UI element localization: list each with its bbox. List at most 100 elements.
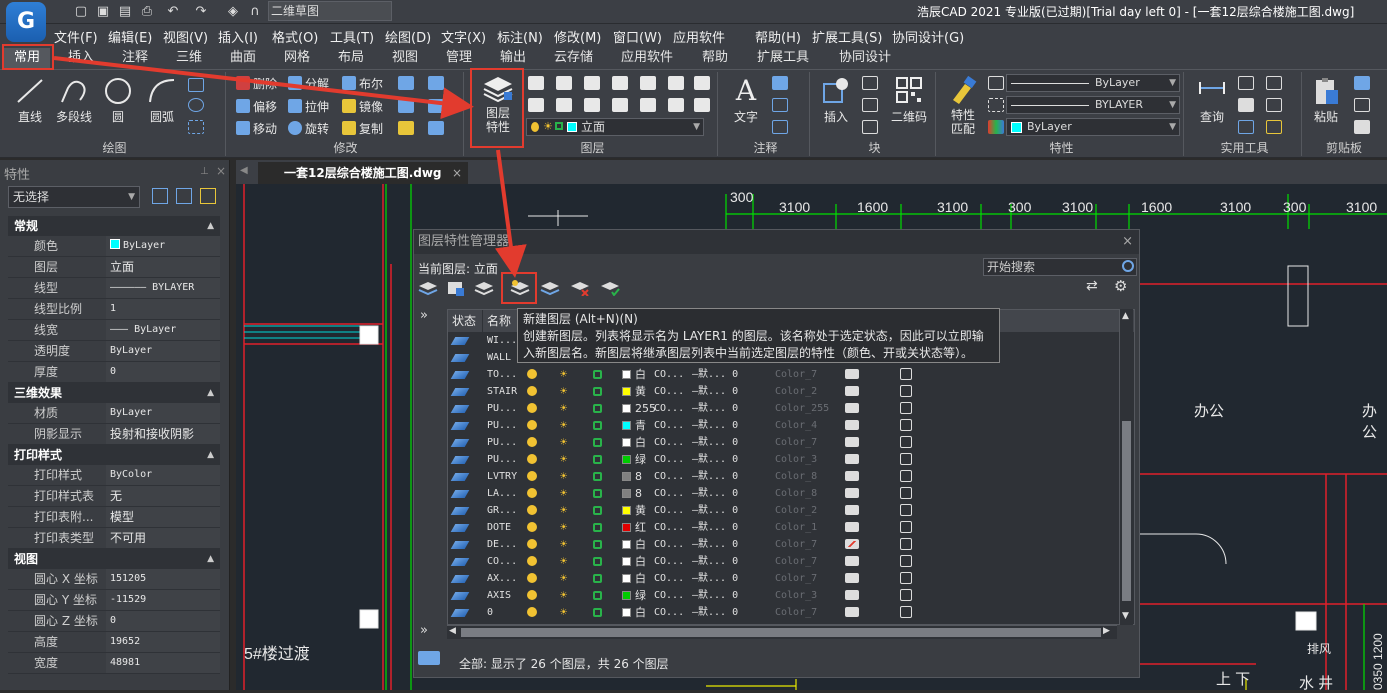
tab-view[interactable]: 视图 xyxy=(392,48,418,68)
new-vp-freeze-icon[interactable] xyxy=(900,589,912,601)
extend-icon[interactable] xyxy=(428,99,444,113)
stretch-button[interactable]: 拉伸 xyxy=(288,98,329,115)
leader-icon[interactable] xyxy=(772,98,788,112)
unlock-icon[interactable] xyxy=(593,574,602,583)
layer-linetype[interactable]: CO... xyxy=(654,417,684,434)
unlock-icon[interactable] xyxy=(593,472,602,481)
color-dropdown[interactable]: ByLayer ▼ xyxy=(1006,118,1180,136)
collapse-filter-icon[interactable]: » xyxy=(420,623,428,638)
draw-panel-title[interactable]: 绘图 xyxy=(4,140,225,156)
explode-button[interactable]: 分解 xyxy=(288,75,329,92)
color-swatch-icon[interactable] xyxy=(622,472,631,481)
linetype-dropdown[interactable]: ByLayer ▼ xyxy=(1006,74,1180,92)
new-vp-freeze-icon[interactable] xyxy=(900,538,912,550)
menu-help[interactable]: 帮助(H) xyxy=(755,27,801,46)
sun-thaw-icon[interactable]: ☀ xyxy=(560,451,567,468)
layer-list-hscrollbar[interactable]: ◀ ▶ xyxy=(447,625,1117,639)
close-icon[interactable]: × xyxy=(1122,230,1133,254)
save-as-icon[interactable]: ▤ xyxy=(116,3,134,21)
bulb-on-icon[interactable] xyxy=(527,420,537,430)
edit-block-icon[interactable] xyxy=(862,98,878,112)
sun-thaw-icon[interactable]: ☀ xyxy=(560,383,567,400)
unlock-icon[interactable] xyxy=(593,370,602,379)
color-swatch-icon[interactable] xyxy=(622,557,631,566)
layer-lineweight[interactable]: —默... 0 xyxy=(692,451,738,468)
document-tab[interactable]: 一套12层综合楼施工图.dwg × xyxy=(258,162,468,184)
layer-lineweight[interactable]: —默... 0 xyxy=(692,536,738,553)
unlock-icon[interactable] xyxy=(593,540,602,549)
scroll-thumb[interactable] xyxy=(1122,421,1131,601)
property-row[interactable]: 打印样式表无 xyxy=(8,486,220,507)
new-vp-freeze-icon[interactable] xyxy=(900,453,912,465)
bulb-on-icon[interactable] xyxy=(527,454,537,464)
sun-thaw-icon[interactable]: ☀ xyxy=(560,485,567,502)
tab-3d[interactable]: 三维 xyxy=(176,48,202,68)
menu-text[interactable]: 文字(X) xyxy=(441,27,486,46)
layer-unlock-icon[interactable] xyxy=(612,98,628,112)
new-filter-icon[interactable] xyxy=(418,280,438,296)
sun-thaw-icon[interactable]: ☀ xyxy=(560,434,567,451)
select-objects-icon[interactable] xyxy=(176,188,192,204)
tab-insert[interactable]: 插入 xyxy=(68,48,94,68)
selection-dropdown[interactable]: 无选择 ▼ xyxy=(8,186,140,208)
tab-collab[interactable]: 协同设计 xyxy=(839,48,891,68)
select-similar-icon[interactable] xyxy=(1266,76,1282,90)
rectangle-icon[interactable] xyxy=(188,78,204,92)
layer-row[interactable]: PU... ☀ 青 CO... —默... 0 Color_4 xyxy=(448,417,1118,434)
layer-linetype[interactable]: CO... xyxy=(654,519,684,536)
layer-row[interactable]: GR... ☀ 黄 CO... —默... 0 Color_2 xyxy=(448,502,1118,519)
color-swatch-icon[interactable] xyxy=(622,489,631,498)
new-vp-freeze-icon[interactable] xyxy=(900,606,912,618)
layer-dropdown[interactable]: ☀ 立面 ▼ xyxy=(526,118,704,136)
property-row[interactable]: 厚度 0 xyxy=(8,362,220,383)
pin-icon[interactable]: ⊥ xyxy=(200,166,209,177)
unlock-icon[interactable] xyxy=(593,387,602,396)
cut-icon[interactable] xyxy=(1354,98,1370,112)
tab-surface[interactable]: 曲面 xyxy=(230,48,256,68)
scroll-right-icon[interactable]: ▶ xyxy=(1103,626,1110,636)
angle-icon[interactable] xyxy=(1238,76,1254,90)
property-row[interactable]: 高度 19652 xyxy=(8,632,220,653)
tab-output[interactable]: 输出 xyxy=(500,48,526,68)
color-swatch-icon[interactable] xyxy=(622,506,631,515)
layer-lineweight[interactable]: —默... 0 xyxy=(692,570,738,587)
properties-panel-title[interactable]: 特性 xyxy=(940,140,1183,156)
unlock-icon[interactable] xyxy=(593,404,602,413)
layer-lineweight[interactable]: —默... 0 xyxy=(692,366,738,383)
sun-thaw-icon[interactable]: ☀ xyxy=(560,536,567,553)
menu-collab[interactable]: 协同设计(G) xyxy=(892,27,964,46)
layer-current-icon[interactable] xyxy=(640,98,656,112)
bulb-on-icon[interactable] xyxy=(527,607,537,617)
new-vp-freeze-icon[interactable] xyxy=(900,487,912,499)
new-vp-freeze-icon[interactable] xyxy=(900,572,912,584)
scroll-down-icon[interactable]: ▼ xyxy=(1122,611,1129,621)
color-swatch-icon[interactable] xyxy=(622,523,631,532)
calculator-icon[interactable] xyxy=(1238,98,1254,112)
menu-file[interactable]: 文件(F) xyxy=(54,27,98,46)
undo-icon[interactable]: ↶ xyxy=(164,3,182,21)
layer-linetype[interactable]: CO... xyxy=(654,553,684,570)
layer-linetype[interactable]: CO... xyxy=(654,604,684,621)
layer-row[interactable]: TO... ☀ 白 CO... —默... 0 Color_7 xyxy=(448,366,1118,383)
scale-icon[interactable] xyxy=(428,76,444,90)
new-vp-freeze-icon[interactable] xyxy=(900,385,912,397)
bulb-on-icon[interactable] xyxy=(527,488,537,498)
ucs-icon[interactable] xyxy=(1238,120,1254,134)
layer-list-scrollbar[interactable]: ▲ ▼ xyxy=(1119,309,1133,625)
text-button[interactable]: A 文字 xyxy=(728,76,764,125)
workspace-icon[interactable]: ◈ xyxy=(224,3,242,21)
tab-apps[interactable]: 应用软件 xyxy=(621,48,673,68)
sun-thaw-icon[interactable]: ☀ xyxy=(560,604,567,621)
rotate-button[interactable]: 旋转 xyxy=(288,120,329,137)
tab-annotate[interactable]: 注释 xyxy=(122,48,148,68)
layer-isolate-icon[interactable] xyxy=(556,76,572,90)
layer-row[interactable]: PU... ☀ 255 CO... —默... 0 Color_255 xyxy=(448,400,1118,417)
layer-search-input[interactable]: 开始搜索 xyxy=(983,258,1137,276)
printer-icon[interactable] xyxy=(845,403,859,413)
new-file-icon[interactable]: ▢ xyxy=(72,3,90,21)
bulb-on-icon[interactable] xyxy=(527,573,537,583)
layer-row[interactable]: DE... ☀ 白 CO... —默... 0 Color_7 xyxy=(448,536,1118,553)
unlock-icon[interactable] xyxy=(593,489,602,498)
point-filter-icon[interactable] xyxy=(1266,120,1282,134)
layer-row[interactable]: PU... ☀ 绿 CO... —默... 0 Color_3 xyxy=(448,451,1118,468)
